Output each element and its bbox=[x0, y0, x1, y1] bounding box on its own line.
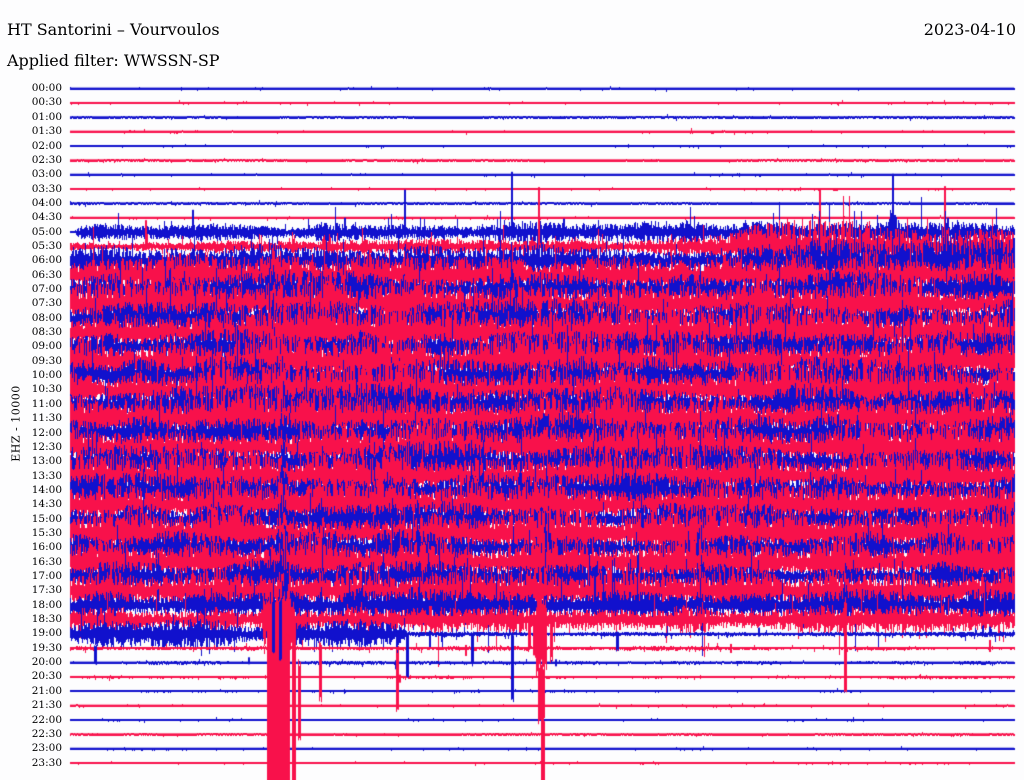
time-label: 20:30 bbox=[31, 670, 62, 683]
time-label: 03:30 bbox=[31, 182, 62, 195]
time-label: 01:30 bbox=[31, 125, 62, 138]
time-label: 02:30 bbox=[31, 153, 62, 166]
time-label: 18:00 bbox=[31, 598, 62, 611]
time-label: 23:30 bbox=[31, 756, 62, 769]
time-label: 17:00 bbox=[31, 570, 62, 582]
time-label: 00:00 bbox=[31, 82, 62, 95]
time-label: 08:00 bbox=[31, 311, 62, 324]
time-label: 06:00 bbox=[31, 254, 62, 267]
time-label: 04:00 bbox=[31, 196, 62, 209]
time-label: 17:30 bbox=[31, 584, 62, 597]
time-label: 21:00 bbox=[31, 684, 62, 697]
time-label: 05:30 bbox=[31, 239, 62, 252]
time-label: 09:30 bbox=[31, 354, 62, 367]
time-label: 22:30 bbox=[31, 727, 62, 740]
time-label: 15:30 bbox=[31, 526, 62, 539]
helicorder-plot bbox=[0, 0, 1024, 780]
time-label: 19:30 bbox=[31, 641, 62, 654]
time-label: 16:30 bbox=[31, 555, 62, 568]
time-label: 09:00 bbox=[31, 340, 62, 353]
time-label: 13:30 bbox=[31, 469, 62, 482]
time-label: 07:30 bbox=[31, 297, 62, 310]
time-label: 06:30 bbox=[31, 268, 62, 281]
time-label: 01:00 bbox=[31, 110, 62, 123]
time-label: 03:00 bbox=[31, 168, 62, 181]
time-label: 12:30 bbox=[31, 440, 62, 453]
time-label: 22:00 bbox=[31, 713, 62, 726]
time-label: 07:00 bbox=[31, 283, 62, 295]
time-label: 02:00 bbox=[31, 139, 62, 152]
time-label: 08:30 bbox=[31, 326, 62, 339]
time-label: 10:00 bbox=[31, 369, 62, 382]
time-label: 18:30 bbox=[31, 613, 62, 626]
time-label: 13:00 bbox=[31, 455, 62, 468]
time-label: 14:00 bbox=[31, 483, 62, 496]
time-label: 16:00 bbox=[31, 541, 62, 554]
time-label: 15:00 bbox=[31, 512, 62, 525]
time-label: 04:30 bbox=[31, 211, 62, 224]
time-label: 21:30 bbox=[31, 699, 62, 712]
time-label: 11:30 bbox=[31, 412, 62, 425]
time-label: 05:00 bbox=[31, 225, 62, 238]
time-label: 10:30 bbox=[31, 383, 62, 396]
time-label: 11:00 bbox=[31, 397, 62, 410]
time-label: 12:00 bbox=[31, 426, 62, 439]
helicorder-page: HT Santorini – Vourvoulos 2023-04-10 App… bbox=[0, 0, 1024, 780]
time-label: 20:00 bbox=[31, 656, 62, 669]
time-label: 19:00 bbox=[31, 627, 62, 640]
time-label: 23:00 bbox=[31, 742, 62, 755]
time-label: 14:30 bbox=[31, 498, 62, 511]
time-label: 00:30 bbox=[31, 96, 62, 109]
